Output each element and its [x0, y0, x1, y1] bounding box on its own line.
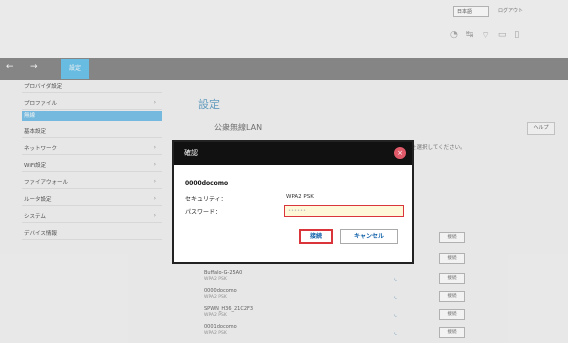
- dialog-title: 確認: [184, 149, 198, 157]
- ssid-name: 0000docomo: [185, 180, 229, 187]
- password-label: パスワード：: [185, 209, 222, 216]
- confirm-dialog: 確認 × 0000docomo セキュリティ： WPA2 PSK パスワード： …: [172, 140, 414, 264]
- dialog-header: [174, 142, 412, 165]
- password-field[interactable]: ••••••: [284, 205, 404, 217]
- security-label: セキュリティ：: [185, 196, 227, 203]
- close-icon[interactable]: ×: [394, 147, 406, 159]
- connect-button[interactable]: 接続: [299, 229, 333, 244]
- cancel-button[interactable]: キャンセル: [340, 229, 398, 244]
- security-value: WPA2 PSK: [286, 194, 314, 200]
